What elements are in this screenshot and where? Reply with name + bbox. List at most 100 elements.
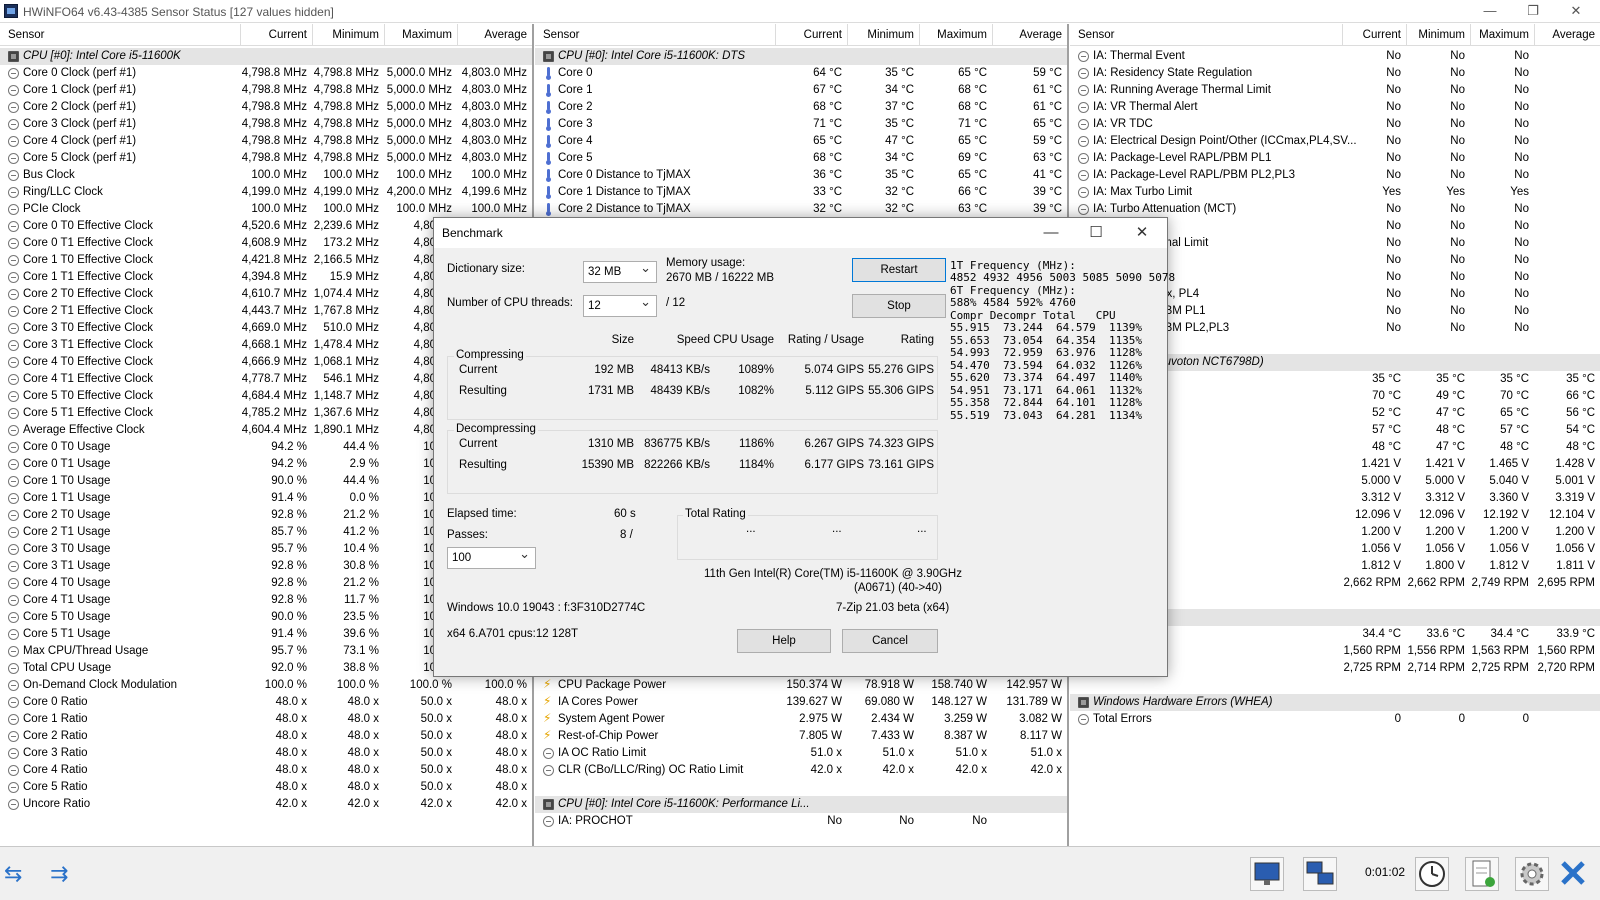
dialog-close-button[interactable]: ✕	[1120, 221, 1164, 245]
pane2-row[interactable]: IA Cores Power 139.627 W 69.080 W 148.127 W…	[535, 693, 1067, 711]
pane2-row[interactable]: Core 0 Distance to TjMAX 36 °C 35 °C 65 °C 4…	[535, 167, 1067, 184]
pane1-col-sensor[interactable]: Sensor	[0, 29, 240, 43]
pane1-col-minimum[interactable]: Minimum	[312, 24, 384, 46]
stop-button[interactable]: Stop	[852, 294, 946, 318]
pane3-cell-average	[1534, 133, 1600, 150]
network-button[interactable]	[1303, 857, 1337, 891]
pane3-cell-current: No	[1386, 152, 1401, 164]
pane1-row[interactable]: Core 4 Ratio 48.0 x 48.0 x 50.0 x 48.0 x	[0, 762, 532, 779]
pane2-row[interactable]: Core 0 64 °C 35 °C 65 °C 59 °C	[535, 65, 1067, 82]
minimize-button[interactable]: —	[1470, 0, 1510, 22]
pane1-cell-current: 4,668.1 MHz	[241, 339, 307, 351]
pane2-col-maximum[interactable]: Maximum	[919, 24, 992, 46]
pane2-row[interactable]: Core 5 68 °C 34 °C 69 °C 63 °C	[535, 150, 1067, 167]
pane1-row[interactable]: Core 2 Ratio 48.0 x 48.0 x 50.0 x 48.0 x	[0, 728, 532, 745]
navigate-left-right-button[interactable]: ⇆	[4, 857, 48, 891]
pane2-row[interactable]: Core 2 68 °C 37 °C 68 °C 61 °C	[535, 99, 1067, 116]
pane3-cell-minimum: 1,556 RPM	[1407, 645, 1465, 657]
pane3-row[interactable]: IA: Max Turbo Limit Yes Yes Yes	[1070, 184, 1600, 201]
close-sensors-button[interactable]	[1557, 857, 1591, 891]
pane1-row[interactable]: Core 2 Clock (perf #1) 4,798.8 MHz 4,798.8…	[0, 99, 532, 116]
dialog-maximize-button[interactable]: ☐	[1074, 221, 1118, 245]
pane1-row[interactable]: Bus Clock 100.0 MHz 100.0 MHz 100.0 MHz 100.…	[0, 167, 532, 184]
pane2-row[interactable]: Core 2 Distance to TjMAX 32 °C 32 °C 63 °C 3…	[535, 201, 1067, 218]
log-file-button[interactable]	[1465, 857, 1499, 891]
pane1-row[interactable]: Core 5 Ratio 48.0 x 48.0 x 50.0 x 48.0 x	[0, 779, 532, 796]
pane3-row[interactable]: IA: Package-Level RAPL/PBM PL2,PL3 No No No	[1070, 167, 1600, 184]
pane2-col-sensor[interactable]: Sensor	[535, 29, 775, 43]
pane3-row[interactable]: IA: Running Average Thermal Limit No No No	[1070, 82, 1600, 99]
passes-select[interactable]: 100	[447, 544, 536, 569]
pane1-row[interactable]: Core 3 Clock (perf #1) 4,798.8 MHz 4,798.8…	[0, 116, 532, 133]
pane1-row[interactable]: Ring/LLC Clock 4,199.0 MHz 4,199.0 MHz 4,20…	[0, 184, 532, 201]
pane2-perf-group-row[interactable]: CPU [#0]: Intel Core i5-11600K: Performa…	[535, 796, 1067, 813]
pane2-cell-sensor: Core 0	[558, 67, 593, 79]
pane1-row[interactable]: On-Demand Clock Modulation 100.0 % 100.0 %…	[0, 677, 532, 694]
pane3-col-current[interactable]: Current	[1342, 24, 1406, 46]
pane1-col-maximum[interactable]: Maximum	[384, 24, 457, 46]
sensor-gauge-icon	[8, 578, 19, 589]
pane1-cell-sensor: Core 4 T1 Usage	[23, 594, 111, 606]
pane2-row[interactable]: CPU Package Power 150.374 W 78.918 W 158.74…	[535, 676, 1067, 694]
pane3-row[interactable]: IA: VR Thermal Alert No No No	[1070, 99, 1600, 116]
help-button[interactable]: Help	[737, 629, 831, 653]
pane2-col-average[interactable]: Average	[992, 24, 1067, 46]
pane3-row[interactable]: IA: Package-Level RAPL/PBM PL1 No No No	[1070, 150, 1600, 167]
pane1-row[interactable]: Core 1 Clock (perf #1) 4,798.8 MHz 4,798.8…	[0, 82, 532, 99]
pane2-row[interactable]: Core 1 67 °C 34 °C 68 °C 61 °C	[535, 82, 1067, 99]
dialog-minimize-button[interactable]: —	[1029, 221, 1073, 245]
pane2-row[interactable]: Core 3 71 °C 35 °C 71 °C 65 °C	[535, 116, 1067, 133]
total-rating-label: Total Rating	[683, 508, 748, 520]
pane1-cell-current: 4,394.8 MHz	[241, 271, 307, 283]
sensor-report-button[interactable]	[1250, 857, 1284, 891]
pane1-row[interactable]: Uncore Ratio 42.0 x 42.0 x 42.0 x 42.0 x	[0, 796, 532, 813]
pane1-row[interactable]: Core 1 Ratio 48.0 x 48.0 x 50.0 x 48.0 x	[0, 711, 532, 728]
pane3-row[interactable]: IA: Thermal Event No No No	[1070, 48, 1600, 65]
pane1-col-current[interactable]: Current	[240, 24, 312, 46]
clock-button[interactable]	[1415, 857, 1449, 891]
pane2-row[interactable]: IA OC Ratio Limit 51.0 x 51.0 x 51.0 x 51.0 …	[535, 745, 1067, 762]
cancel-button[interactable]: Cancel	[842, 629, 938, 653]
maximize-button[interactable]: ❐	[1513, 0, 1553, 22]
pane3-whea-group-row[interactable]: Windows Hardware Errors (WHEA)	[1070, 694, 1600, 711]
pane2-row[interactable]: System Agent Power 2.975 W 2.434 W 3.259 W 3…	[535, 710, 1067, 728]
pane2-col-current[interactable]: Current	[775, 24, 847, 46]
pane1-cell-minimum: 100.0 MHz	[323, 203, 379, 215]
pane1-row[interactable]: Core 5 Clock (perf #1) 4,798.8 MHz 4,798.8…	[0, 150, 532, 167]
thermometer-icon	[545, 186, 553, 199]
pane2-group-row[interactable]: CPU [#0]: Intel Core i5-11600K: DTS	[535, 48, 1067, 65]
pane2-row[interactable]: IA: PROCHOT No No No	[535, 813, 1067, 830]
close-button[interactable]: ✕	[1556, 0, 1596, 22]
pane1-row[interactable]: Core 4 Clock (perf #1) 4,798.8 MHz 4,798.8…	[0, 133, 532, 150]
pane3-row[interactable]: IA: Turbo Attenuation (MCT) No No No	[1070, 201, 1600, 218]
pane1-cell-minimum: 1,367.6 MHz	[313, 407, 379, 419]
pane2-row[interactable]: Core 1 Distance to TjMAX 33 °C 32 °C 66 °C 3…	[535, 184, 1067, 201]
pane2-group-label: CPU [#0]: Intel Core i5-11600K: DTS	[558, 50, 746, 62]
thermometer-icon	[545, 67, 553, 80]
pane1-cell-sensor: Ring/LLC Clock	[23, 186, 103, 198]
pane1-row[interactable]: Core 3 Ratio 48.0 x 48.0 x 50.0 x 48.0 x	[0, 745, 532, 762]
pane3-row[interactable]: IA: VR TDC No No No	[1070, 116, 1600, 133]
pane1-row[interactable]: PCIe Clock 100.0 MHz 100.0 MHz 100.0 MHz 100…	[0, 201, 532, 218]
pane3-col-average[interactable]: Average	[1534, 24, 1600, 46]
pane1-group-row[interactable]: CPU [#0]: Intel Core i5-11600K	[0, 48, 532, 65]
restart-button[interactable]: Restart	[852, 258, 946, 282]
dictionary-size-select[interactable]: 32 MB	[583, 258, 657, 283]
pane1-row[interactable]: Core 0 Clock (perf #1) 4,798.8 MHz 4,798.8…	[0, 65, 532, 82]
pane2-row[interactable]: CLR (CBo/LLC/Ring) OC Ratio Limit 42.0 x 4…	[535, 762, 1067, 779]
pane3-cell-minimum: 0	[1458, 713, 1465, 725]
pane3-col-minimum[interactable]: Minimum	[1406, 24, 1470, 46]
pane3-col-sensor[interactable]: Sensor	[1070, 29, 1342, 43]
pane3-row[interactable]: Total Errors 0 0 0	[1070, 711, 1600, 728]
pane2-row[interactable]: Rest-of-Chip Power 7.805 W 7.433 W 8.387 W 8…	[535, 727, 1067, 745]
pane3-row[interactable]: IA: Electrical Design Point/Other (ICCma…	[1070, 133, 1600, 150]
cpu-threads-select[interactable]: 12	[583, 292, 657, 317]
pane3-col-maximum[interactable]: Maximum	[1470, 24, 1534, 46]
settings-button[interactable]	[1515, 857, 1549, 891]
navigate-fast-button[interactable]: ⇉	[50, 857, 94, 891]
pane3-row[interactable]: IA: Residency State Regulation No No No	[1070, 65, 1600, 82]
pane1-col-average[interactable]: Average	[457, 24, 532, 46]
pane2-col-minimum[interactable]: Minimum	[847, 24, 919, 46]
pane1-row[interactable]: Core 0 Ratio 48.0 x 48.0 x 50.0 x 48.0 x	[0, 694, 532, 711]
pane2-row[interactable]: Core 4 65 °C 47 °C 65 °C 59 °C	[535, 133, 1067, 150]
